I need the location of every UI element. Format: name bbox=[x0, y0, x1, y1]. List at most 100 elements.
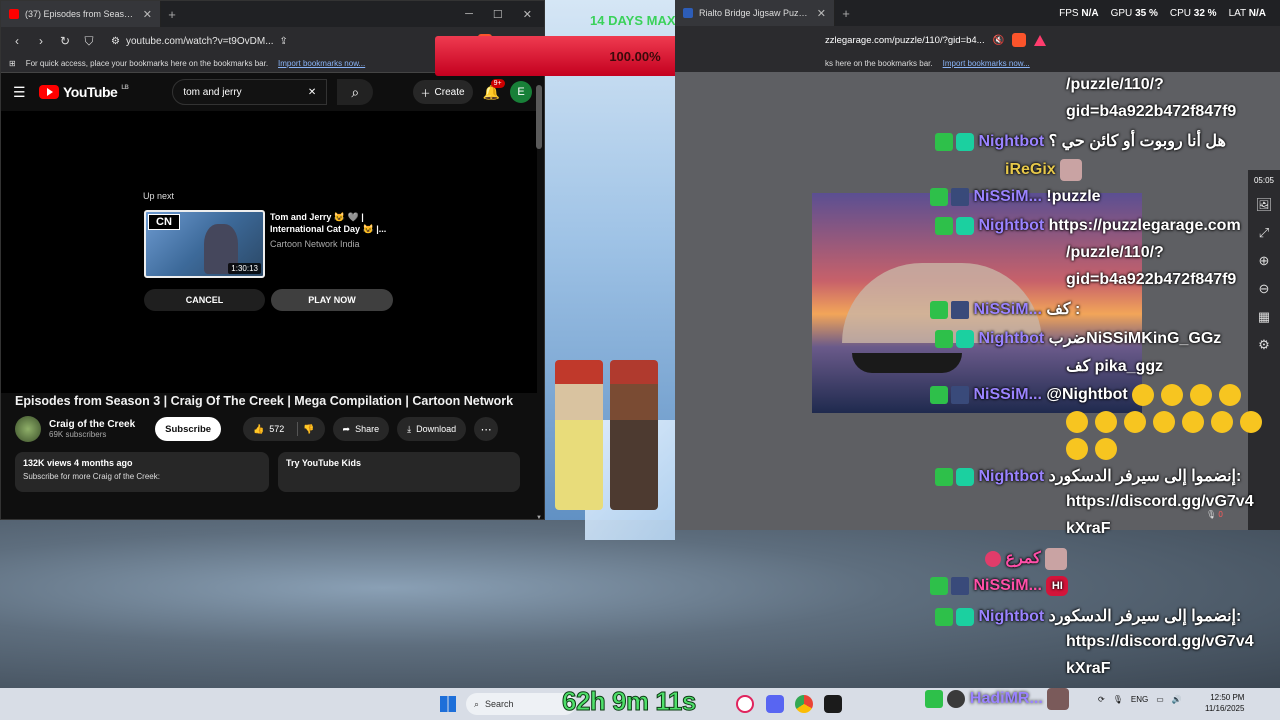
zoom-out-icon[interactable]: ⊖ bbox=[1259, 281, 1270, 297]
youtube-header: ☰ YouTube LB tom and jerry ✕ ⌕ ＋ Create … bbox=[1, 73, 544, 111]
close-tab-icon[interactable]: ✕ bbox=[143, 8, 152, 21]
chat-username: NiSSiM... bbox=[973, 386, 1042, 404]
apps-icon[interactable]: ⊞ bbox=[9, 59, 16, 68]
address-bar[interactable]: ⚙ youtube.com/watch?v=t9OvDM... ⇪ bbox=[105, 31, 470, 51]
discord-icon[interactable] bbox=[766, 695, 784, 713]
zoom-in-icon[interactable]: ⊕ bbox=[1259, 253, 1270, 269]
new-tab-icon[interactable]: + bbox=[835, 6, 857, 21]
notifications-button[interactable]: 🔔 9+ bbox=[483, 78, 505, 101]
page-scrollbar[interactable]: ▲ ▼ bbox=[536, 73, 542, 519]
share-icon[interactable]: ⇪ bbox=[280, 36, 288, 47]
description-snippet: Subscribe for more Craig of the Creek: bbox=[23, 472, 160, 481]
brave-shields-icon[interactable] bbox=[1012, 33, 1027, 47]
url-text-right[interactable]: zzlegarage.com/puzzle/110/?gid=b4... bbox=[825, 35, 985, 46]
microphone-icon[interactable]: 🎙 bbox=[1113, 695, 1123, 704]
up-next-channel: Cartoon Network India bbox=[270, 239, 360, 249]
chat-text: https://puzzlegarage.com bbox=[1048, 217, 1241, 235]
channel-name[interactable]: Craig of the Creek bbox=[49, 419, 135, 430]
back-icon[interactable]: ‹ bbox=[9, 34, 25, 48]
sub-badge-icon bbox=[951, 577, 969, 595]
fullscreen-icon[interactable]: ⤢ bbox=[1259, 225, 1269, 241]
youtube-region: LB bbox=[121, 85, 129, 91]
youtube-kids-card[interactable]: Try YouTube Kids bbox=[278, 452, 520, 492]
scroll-down-icon[interactable]: ▼ bbox=[536, 515, 542, 519]
tab-bar: (37) Episodes from Season 3 | Cr ✕ + ─ ☐… bbox=[1, 1, 544, 27]
up-next-thumbnail[interactable]: CN 1:30:13 bbox=[144, 210, 265, 278]
thumbs-down-icon[interactable]: 👎 bbox=[303, 424, 314, 435]
bot-badge-icon bbox=[956, 329, 974, 348]
language-indicator[interactable]: ENG bbox=[1131, 695, 1148, 704]
taskbar-search[interactable]: ⌕ Search bbox=[466, 693, 576, 715]
subscribe-button[interactable]: Subscribe bbox=[155, 417, 222, 441]
import-bookmarks-link[interactable]: Import bookmarks now... bbox=[278, 59, 365, 68]
description-box[interactable]: 132K views 4 months ago Subscribe for mo… bbox=[15, 452, 269, 492]
chat-text: ضربNiSSiMKinG_GGz bbox=[1048, 330, 1222, 347]
moderator-badge-icon bbox=[930, 188, 948, 206]
image-preview-icon[interactable]: 🖼 bbox=[1256, 197, 1273, 213]
network-icon[interactable]: ▭ bbox=[1156, 695, 1164, 704]
volume-icon[interactable]: 🔊 bbox=[1172, 695, 1182, 704]
terminal-icon[interactable] bbox=[824, 695, 842, 713]
up-next-title[interactable]: Tom and Jerry 😺 🩶 | International Cat Da… bbox=[270, 211, 395, 235]
maximize-icon[interactable]: ☐ bbox=[493, 8, 503, 21]
close-tab-icon[interactable]: ✕ bbox=[817, 7, 826, 20]
tab-youtube[interactable]: (37) Episodes from Season 3 | Cr ✕ bbox=[1, 1, 161, 27]
new-tab-icon[interactable]: + bbox=[161, 7, 183, 22]
search-button[interactable]: ⌕ bbox=[337, 79, 374, 105]
moderator-badge-icon bbox=[935, 132, 953, 151]
chat-message: كف pika_ggz bbox=[1066, 356, 1163, 376]
close-window-icon[interactable]: ✕ bbox=[523, 8, 532, 21]
sync-icon[interactable]: ⟳ bbox=[1098, 695, 1105, 704]
mute-icon[interactable]: 🔇 bbox=[993, 35, 1005, 46]
create-button[interactable]: ＋ Create bbox=[412, 80, 473, 104]
mic-indicator: 🎙 0 bbox=[1206, 510, 1223, 519]
moderator-badge-icon bbox=[930, 577, 948, 595]
clear-search-icon[interactable]: ✕ bbox=[308, 87, 316, 98]
settings-icon[interactable]: ⚙ bbox=[1258, 337, 1270, 353]
tab-puzzle[interactable]: Rialto Bridge Jigsaw Puzzle (Cou ✕ bbox=[675, 0, 835, 26]
clock-time: 12:50 PM bbox=[1210, 693, 1245, 702]
youtube-play-icon bbox=[39, 85, 59, 99]
chat-message: iReGix bbox=[1005, 159, 1083, 181]
youtube-logo[interactable]: YouTube LB bbox=[39, 84, 129, 100]
sub-badge-icon bbox=[951, 188, 969, 206]
video-player[interactable]: Up next CN 1:30:13 Tom and Jerry 😺 🩶 | I… bbox=[1, 111, 537, 393]
cancel-button[interactable]: CANCEL bbox=[144, 289, 265, 311]
like-button[interactable]: 👍 572 👎 bbox=[243, 417, 325, 441]
forward-icon[interactable]: › bbox=[33, 34, 49, 48]
chat-text: كف pika_ggz bbox=[1066, 358, 1164, 375]
more-actions-button[interactable]: ⋯ bbox=[474, 417, 499, 441]
reload-icon[interactable]: ↻ bbox=[57, 34, 73, 48]
chat-text: إنضموا إلى سيرفر الدسكورد: bbox=[1048, 608, 1242, 625]
chat-username: Nightbot bbox=[978, 133, 1045, 150]
bookmark-icon[interactable]: ⛉ bbox=[81, 34, 97, 49]
taskbar-clock[interactable]: 12:50 PM 11/16/2025 bbox=[1205, 692, 1244, 714]
chrome-icon[interactable] bbox=[795, 695, 813, 713]
pikachu-emote-icon bbox=[1161, 384, 1184, 406]
tab-title-right: Rialto Bridge Jigsaw Puzzle (Cou bbox=[699, 8, 811, 18]
pikachu-emote-icon bbox=[1211, 411, 1233, 433]
search-input[interactable]: tom and jerry ✕ bbox=[172, 79, 328, 105]
import-bookmarks-link-right[interactable]: Import bookmarks now... bbox=[943, 59, 1030, 68]
share-button[interactable]: ➦ Share bbox=[332, 417, 390, 441]
opera-icon[interactable] bbox=[736, 695, 754, 713]
grid-icon[interactable]: ▦ bbox=[1258, 309, 1270, 325]
chat-username: Nightbot bbox=[978, 217, 1045, 235]
chat-message: https://discord.gg/vG7v4 bbox=[1066, 493, 1254, 511]
minimize-icon[interactable]: ─ bbox=[465, 8, 473, 21]
account-avatar[interactable]: E bbox=[510, 81, 532, 103]
brave-rewards-icon[interactable] bbox=[1034, 34, 1047, 46]
scrollbar-thumb[interactable] bbox=[536, 85, 542, 149]
play-now-button[interactable]: PLAY NOW bbox=[271, 289, 393, 311]
menu-icon[interactable]: ☰ bbox=[13, 84, 29, 101]
windows-start-icon[interactable] bbox=[440, 696, 456, 712]
minecraft-character-red-hat bbox=[610, 360, 658, 510]
sub-badge-icon bbox=[951, 386, 969, 404]
chat-username: HadiMR... bbox=[969, 690, 1043, 708]
chat-emote-row bbox=[1066, 411, 1269, 433]
stat-lat: LAT N/A bbox=[1228, 7, 1266, 19]
download-button[interactable]: ⤓ Download bbox=[397, 417, 467, 441]
taskbar-search-label: Search bbox=[485, 699, 514, 709]
site-info-icon[interactable]: ⚙ bbox=[111, 36, 120, 47]
channel-avatar[interactable] bbox=[15, 416, 41, 442]
